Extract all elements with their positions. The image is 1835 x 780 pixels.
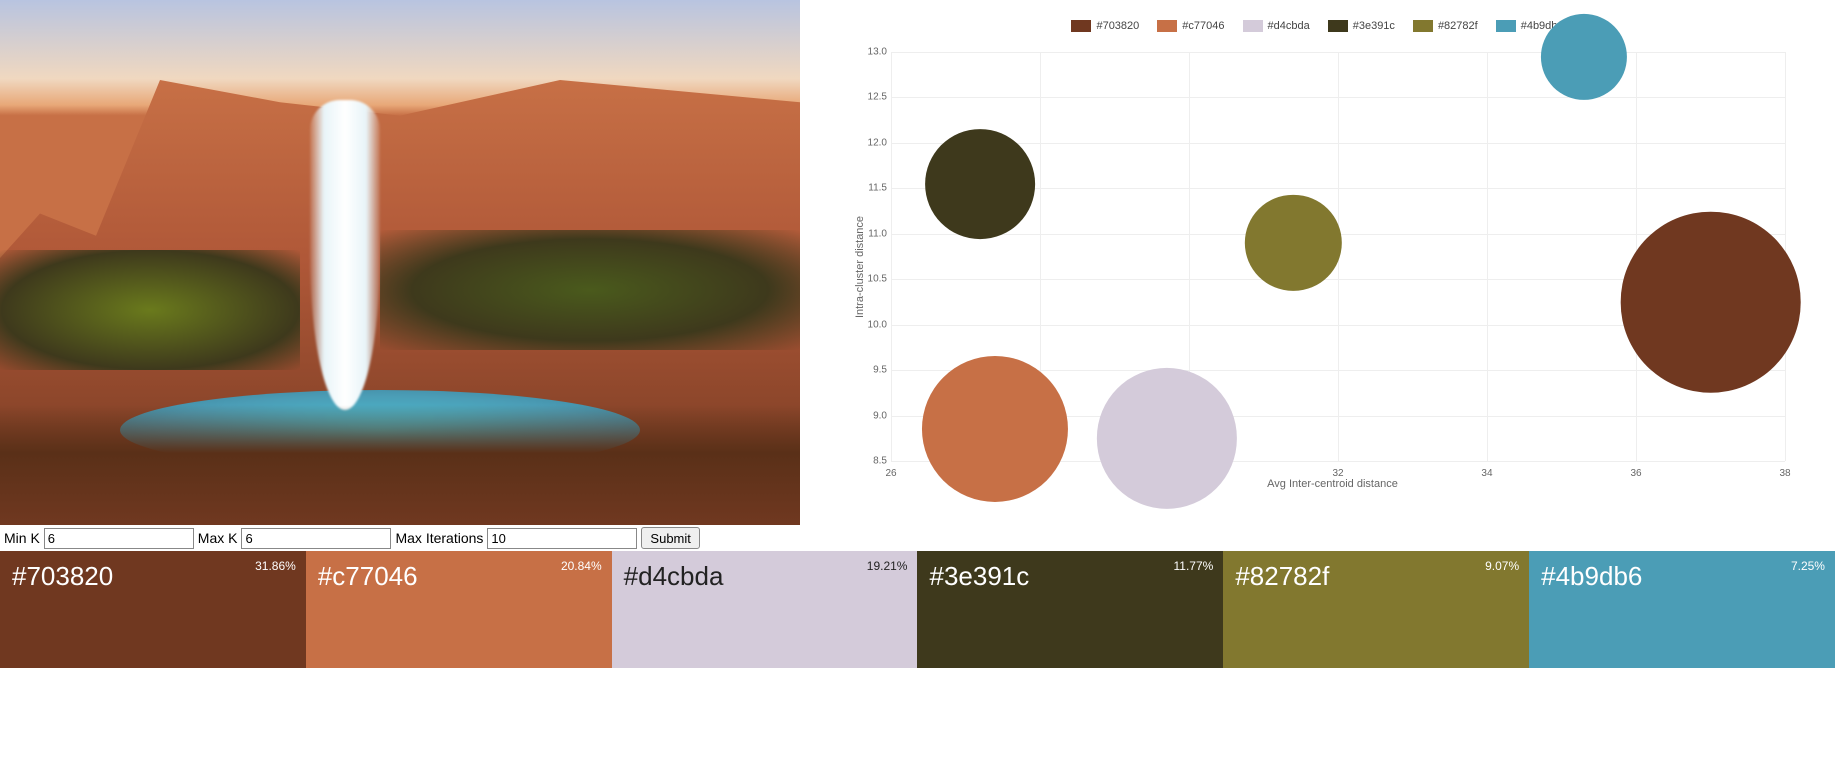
legend-label: #703820: [1096, 20, 1139, 32]
legend-item[interactable]: #d4cbda: [1243, 20, 1310, 32]
plot-inner: 8.59.09.510.010.511.011.512.012.513.0262…: [890, 52, 1785, 462]
legend-item[interactable]: #82782f: [1413, 20, 1478, 32]
x-tick-label: 26: [885, 468, 896, 479]
legend-color-box: [1071, 20, 1091, 32]
source-image: [0, 0, 800, 525]
max-k-label: Max K: [198, 530, 238, 546]
max-k-input[interactable]: [241, 528, 391, 549]
max-iter-input[interactable]: [487, 528, 637, 549]
y-tick-label: 11.5: [859, 183, 887, 194]
y-tick-label: 9.5: [859, 365, 887, 376]
legend-item[interactable]: #3e391c: [1328, 20, 1395, 32]
palette-swatch-1[interactable]: #c7704620.84%: [306, 551, 612, 668]
max-iter-label: Max Iterations: [395, 530, 483, 546]
y-tick-label: 10.0: [859, 319, 887, 330]
gridline-vertical: [891, 52, 892, 461]
swatch-hex: #d4cbda: [624, 561, 906, 592]
swatch-percent: 9.07%: [1485, 559, 1519, 573]
min-k-input[interactable]: [44, 528, 194, 549]
x-tick-label: 38: [1779, 468, 1790, 479]
y-tick-label: 13.0: [859, 47, 887, 58]
palette-swatch-4[interactable]: #82782f9.07%: [1223, 551, 1529, 668]
image-foreground: [0, 405, 800, 525]
chart-legend: #703820#c77046#d4cbda#3e391c#82782f#4b9d…: [820, 10, 1815, 42]
bubble-d4cbda[interactable]: [1097, 368, 1237, 508]
swatch-hex: #4b9db6: [1541, 561, 1823, 592]
bubble-3e391c[interactable]: [926, 129, 1036, 239]
y-tick-label: 8.5: [859, 456, 887, 467]
palette-row: #70382031.86%#c7704620.84%#d4cbda19.21%#…: [0, 551, 1835, 668]
image-foliage-right: [380, 230, 800, 350]
legend-item[interactable]: #703820: [1071, 20, 1139, 32]
swatch-hex: #82782f: [1235, 561, 1517, 592]
palette-swatch-0[interactable]: #70382031.86%: [0, 551, 306, 668]
legend-color-box: [1243, 20, 1263, 32]
swatch-hex: #703820: [12, 561, 294, 592]
palette-swatch-2[interactable]: #d4cbda19.21%: [612, 551, 918, 668]
swatch-percent: 20.84%: [561, 559, 602, 573]
swatch-percent: 11.77%: [1174, 559, 1214, 573]
main-row: #703820#c77046#d4cbda#3e391c#82782f#4b9d…: [0, 0, 1835, 525]
x-axis-label: Avg Inter-centroid distance: [1267, 478, 1398, 490]
legend-color-box: [1328, 20, 1348, 32]
chart-panel: #703820#c77046#d4cbda#3e391c#82782f#4b9d…: [800, 0, 1835, 525]
legend-label: #3e391c: [1353, 20, 1395, 32]
gridline-vertical: [1487, 52, 1488, 461]
y-tick-label: 12.0: [859, 137, 887, 148]
x-tick-label: 34: [1481, 468, 1492, 479]
image-waterfall: [310, 100, 380, 410]
submit-button[interactable]: Submit: [641, 527, 699, 549]
legend-color-box: [1413, 20, 1433, 32]
palette-swatch-5[interactable]: #4b9db67.25%: [1529, 551, 1835, 668]
legend-color-box: [1157, 20, 1177, 32]
left-column: [0, 0, 800, 525]
chart-container: #703820#c77046#d4cbda#3e391c#82782f#4b9d…: [820, 10, 1815, 515]
legend-label: #c77046: [1182, 20, 1224, 32]
chart-plot-area[interactable]: Intra-cluster distance 8.59.09.510.010.5…: [860, 42, 1805, 492]
y-tick-label: 10.5: [859, 274, 887, 285]
legend-label: #82782f: [1438, 20, 1478, 32]
y-tick-label: 9.0: [859, 410, 887, 421]
swatch-percent: 19.21%: [867, 559, 908, 573]
bubble-4b9db6[interactable]: [1541, 13, 1627, 99]
y-tick-label: 11.0: [859, 228, 887, 239]
bubble-703820[interactable]: [1620, 212, 1801, 393]
min-k-label: Min K: [4, 530, 40, 546]
swatch-percent: 7.25%: [1791, 559, 1825, 573]
swatch-hex: #3e391c: [929, 561, 1211, 592]
y-tick-label: 12.5: [859, 92, 887, 103]
bubble-c77046[interactable]: [922, 356, 1068, 502]
image-foliage-left: [0, 250, 300, 370]
controls-bar: Min K Max K Max Iterations Submit: [0, 525, 1835, 551]
legend-color-box: [1496, 20, 1516, 32]
x-tick-label: 36: [1630, 468, 1641, 479]
swatch-percent: 31.86%: [255, 559, 296, 573]
palette-swatch-3[interactable]: #3e391c11.77%: [917, 551, 1223, 668]
bubble-82782f[interactable]: [1245, 195, 1341, 291]
legend-item[interactable]: #c77046: [1157, 20, 1224, 32]
legend-label: #d4cbda: [1268, 20, 1310, 32]
swatch-hex: #c77046: [318, 561, 600, 592]
